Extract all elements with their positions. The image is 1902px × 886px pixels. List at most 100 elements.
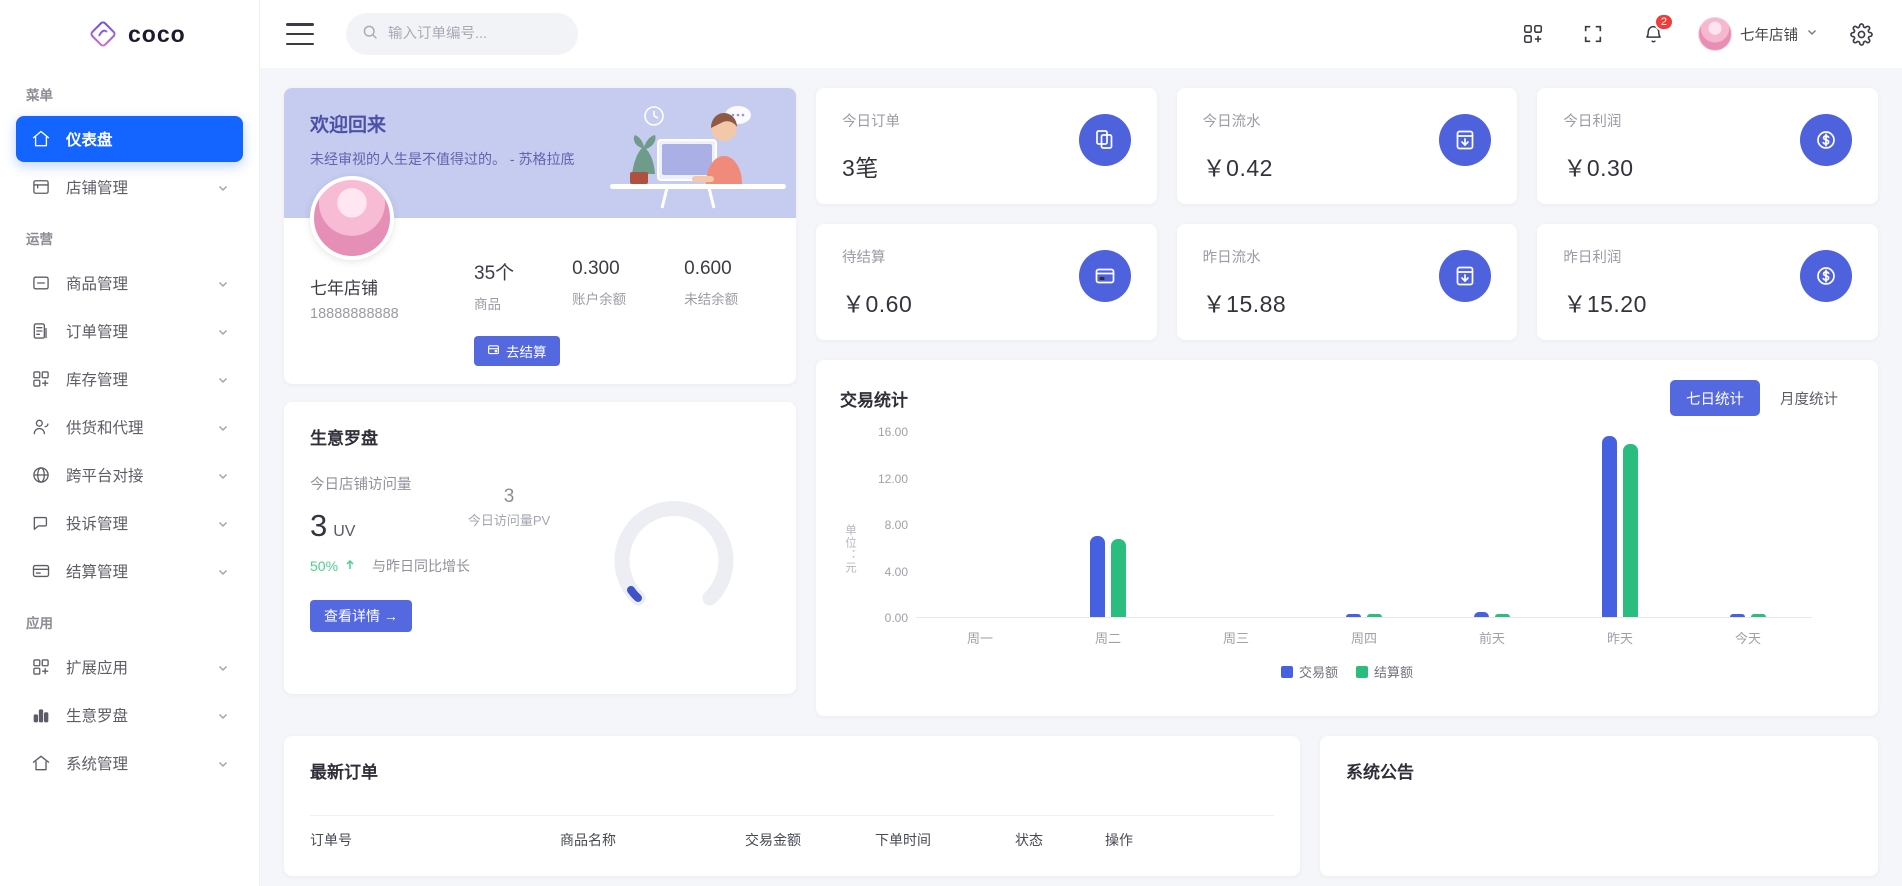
sidebar-item-1-2[interactable]: 库存管理: [16, 356, 243, 402]
welcome-stat-0: 35个商品: [474, 258, 514, 313]
gauge-readout: 3 今日访问量PV: [284, 486, 734, 529]
credit-card-icon: [1079, 250, 1131, 302]
sidebar: coco 菜单仪表盘店铺管理运营商品管理订单管理库存管理供货和代理跨平台对接投诉…: [0, 0, 260, 886]
chevron-down-icon[interactable]: [217, 277, 229, 289]
sidebar-item-1-5[interactable]: 投诉管理: [16, 500, 243, 546]
sidebar-item-2-0[interactable]: 扩展应用: [16, 644, 243, 690]
sidebar-item-label: 结算管理: [66, 560, 217, 582]
chevron-down-icon[interactable]: [217, 757, 229, 769]
hamburger-icon[interactable]: [286, 23, 314, 45]
right-column: 今日订单3笔今日流水￥0.42今日利润￥0.30 待结算￥0.60昨日流水￥15.…: [816, 88, 1878, 716]
bar-昨天-结算额[interactable]: [1623, 444, 1638, 617]
chevron-down-icon[interactable]: [217, 325, 229, 337]
welcome-stat-label: 账户余额: [572, 288, 626, 308]
wallet-icon: [487, 343, 500, 359]
legend-item-0[interactable]: 交易额: [1281, 662, 1338, 681]
view-detail-button[interactable]: 查看详情 →: [310, 600, 412, 632]
chevron-down-icon[interactable]: [217, 181, 229, 193]
bar-前天-交易额[interactable]: [1474, 612, 1489, 617]
chevron-down-icon[interactable]: [217, 661, 229, 673]
go-settle-button[interactable]: 去结算: [474, 336, 560, 366]
bar-前天-结算额[interactable]: [1495, 614, 1510, 618]
chevron-down-icon[interactable]: [217, 517, 229, 529]
bell-icon[interactable]: 2: [1636, 17, 1670, 51]
sidebar-item-1-1[interactable]: 订单管理: [16, 308, 243, 354]
gear-icon[interactable]: [1844, 17, 1878, 51]
stat-card-4[interactable]: 昨日流水￥15.88: [1177, 224, 1518, 340]
sidebar-item-1-6[interactable]: 结算管理: [16, 548, 243, 594]
user-menu[interactable]: 七年店铺: [1698, 17, 1818, 51]
sidebar-item-2-2[interactable]: 系统管理: [16, 740, 243, 786]
stat-card-5[interactable]: 昨日利润￥15.20: [1537, 224, 1878, 340]
sidebar-item-2-1[interactable]: 生意罗盘: [16, 692, 243, 738]
chevron-down-icon[interactable]: [217, 373, 229, 385]
orders-column-header: 状态: [1015, 830, 1105, 850]
globe-icon: [30, 464, 52, 486]
search-input[interactable]: [388, 26, 575, 42]
box-icon: [30, 272, 52, 294]
welcome-stat-value: 35个: [474, 258, 514, 285]
legend-item-1[interactable]: 结算额: [1356, 662, 1413, 681]
chart-tab-1[interactable]: 月度统计: [1764, 380, 1854, 416]
chart-range-tabs: 七日统计月度统计: [1670, 380, 1854, 416]
dollar-circle-icon: [1800, 114, 1852, 166]
bar-周二-交易额[interactable]: [1090, 536, 1105, 617]
dashboard-content: 欢迎回来 未经审视的人生是不值得过的。 - 苏格拉底: [260, 68, 1902, 886]
home-icon: [30, 128, 52, 150]
sidebar-item-1-3[interactable]: 供货和代理: [16, 404, 243, 450]
x-axis-label: 昨天: [1556, 628, 1684, 647]
welcome-stat-1: 0.300账户余额: [572, 258, 626, 313]
bar-group-5: [1556, 432, 1684, 617]
orders-column-header: 下单时间: [875, 830, 1015, 850]
bar-group-1: [1044, 432, 1172, 617]
search-icon: [362, 24, 378, 45]
bar-昨天-交易额[interactable]: [1602, 436, 1617, 617]
chart-tab-0[interactable]: 七日统计: [1670, 380, 1760, 416]
x-axis-label: 周四: [1300, 628, 1428, 647]
orders-column-header: 商品名称: [560, 830, 745, 850]
stat-card-3[interactable]: 待结算￥0.60: [816, 224, 1157, 340]
stat-card-2[interactable]: 今日利润￥0.30: [1537, 88, 1878, 204]
bar-周四-交易额[interactable]: [1346, 614, 1361, 618]
compass-title: 生意罗盘: [310, 424, 770, 449]
stat-card-1[interactable]: 今日流水￥0.42: [1177, 88, 1518, 204]
store-icon: [30, 176, 52, 198]
sidebar-item-0-1[interactable]: 店铺管理: [16, 164, 243, 210]
sidebar-item-1-4[interactable]: 跨平台对接: [16, 452, 243, 498]
system-notice-title: 系统公告: [1346, 758, 1852, 783]
bar-今天-结算额[interactable]: [1751, 614, 1766, 618]
chevron-down-icon[interactable]: [217, 565, 229, 577]
x-axis-labels: 周一周二周三周四前天昨天今天: [916, 628, 1812, 647]
stat-cards-grid: 今日订单3笔今日流水￥0.42今日利润￥0.30 待结算￥0.60昨日流水￥15.…: [816, 88, 1878, 340]
gauge-label: 今日访问量PV: [284, 510, 734, 529]
chevron-down-icon[interactable]: [217, 421, 229, 433]
transaction-chart-card: 交易统计 七日统计月度统计 单位：元 0.004.008.0012.0016.0…: [816, 360, 1878, 716]
go-settle-label: 去结算: [506, 341, 547, 361]
business-compass-card: 生意罗盘 今日店铺访问量 3 UV 50%: [284, 402, 796, 694]
chevron-down-icon[interactable]: [217, 709, 229, 721]
sidebar-item-label: 供货和代理: [66, 416, 217, 438]
left-column: 欢迎回来 未经审视的人生是不值得过的。 - 苏格拉底: [284, 88, 796, 694]
bar-group-2: [1172, 432, 1300, 617]
sidebar-group-label: 应用: [0, 596, 259, 642]
search-box[interactable]: [346, 13, 578, 55]
stat-card-0[interactable]: 今日订单3笔: [816, 88, 1157, 204]
chart-plot: 单位：元 0.004.008.0012.0016.00 周一周二周三周四前天昨天…: [840, 432, 1854, 688]
sidebar-group-label: 运营: [0, 212, 259, 258]
brand-logo[interactable]: coco: [0, 0, 259, 68]
legend-label: 结算额: [1374, 662, 1413, 681]
apps-grid-icon[interactable]: [1516, 17, 1550, 51]
bar-今天-交易额[interactable]: [1730, 614, 1745, 618]
copy-doc-icon: [1079, 114, 1131, 166]
sidebar-item-0-0[interactable]: 仪表盘: [16, 116, 243, 162]
sidebar-item-1-0[interactable]: 商品管理: [16, 260, 243, 306]
sidebar-group-label: 菜单: [0, 68, 259, 114]
bar-周二-结算额[interactable]: [1111, 539, 1126, 617]
bar-周四-结算额[interactable]: [1367, 614, 1382, 618]
chevron-down-icon[interactable]: [217, 469, 229, 481]
y-axis-ticks: 0.004.008.0012.0016.00: [862, 432, 908, 618]
sidebar-item-label: 系统管理: [66, 752, 217, 774]
bar-group-4: [1428, 432, 1556, 617]
x-axis-label: 今天: [1684, 628, 1812, 647]
fullscreen-icon[interactable]: [1576, 17, 1610, 51]
